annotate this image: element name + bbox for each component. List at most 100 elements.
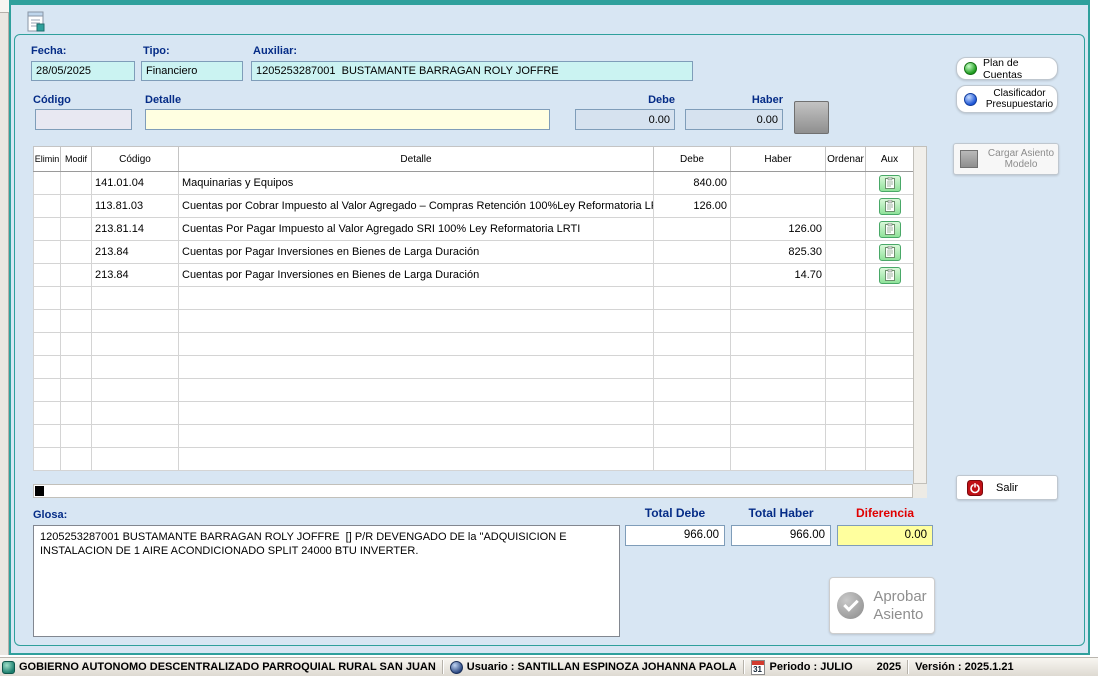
cell-haber [731,448,826,471]
cell-haber [731,172,826,195]
haber-input[interactable] [685,109,783,130]
plan-de-cuentas-button[interactable]: Plan de Cuentas [956,57,1058,80]
entity-name: GOBIERNO AUTONOMO DESCENTRALIZADO PARROQ… [19,661,436,673]
cell-elimin[interactable] [34,172,61,195]
report-icon[interactable] [24,10,48,34]
total-haber-value: 966.00 [731,525,831,546]
cell-modif[interactable] [61,379,92,402]
calendar-day: 31 [752,665,764,674]
tipo-input[interactable] [141,61,243,81]
cell-elimin[interactable] [34,425,61,448]
cell-elimin[interactable] [34,264,61,287]
add-row-button[interactable] [794,101,829,134]
cell-haber [731,425,826,448]
aprobar-asiento-button[interactable]: Aprobar Asiento [829,577,935,634]
cell-debe [654,287,731,310]
scrollbar-corner [913,484,927,498]
horizontal-scrollbar-thumb[interactable] [35,486,44,496]
cell-elimin[interactable] [34,379,61,402]
aux-button[interactable] [879,221,901,238]
debe-input[interactable] [575,109,675,130]
aux-button[interactable] [879,175,901,192]
cell-codigo [92,425,179,448]
entries-table: Elimin Modif Código Detalle Debe Haber O… [33,146,914,471]
left-edge-tab[interactable] [0,0,9,13]
detalle-input[interactable] [145,109,550,130]
cell-modif[interactable] [61,264,92,287]
cell-elimin[interactable] [34,448,61,471]
cell-debe [654,379,731,402]
clasificador-presupuestario-button[interactable]: Clasificador Presupuestario [956,85,1058,113]
glosa-textarea[interactable]: 1205253287001 BUSTAMANTE BARRAGAN ROLY J… [33,525,620,637]
cell-debe [654,310,731,333]
cell-debe [654,241,731,264]
cell-codigo [92,333,179,356]
salir-button[interactable]: Salir [956,475,1058,500]
table-row[interactable] [34,379,914,402]
table-row[interactable]: 113.81.03 Cuentas por Cobrar Impuesto al… [34,195,914,218]
tipo-label: Tipo: [143,45,170,57]
aprobar-asiento-label: Aprobar Asiento [873,588,926,624]
cell-elimin[interactable] [34,333,61,356]
cell-elimin[interactable] [34,287,61,310]
table-row[interactable]: 213.81.14 Cuentas Por Pagar Impuesto al … [34,218,914,241]
table-row[interactable] [34,287,914,310]
cell-modif[interactable] [61,356,92,379]
table-row[interactable] [34,310,914,333]
statusbar-separator [907,660,909,674]
cell-modif[interactable] [61,310,92,333]
cell-elimin[interactable] [34,218,61,241]
status-bar: GOBIERNO AUTONOMO DESCENTRALIZADO PARROQ… [0,657,1098,676]
cell-debe [654,356,731,379]
cell-modif[interactable] [61,402,92,425]
table-row[interactable] [34,402,914,425]
cell-modif[interactable] [61,218,92,241]
vertical-scrollbar[interactable] [913,146,927,484]
cell-debe [654,448,731,471]
cargar-asiento-modelo-label: Cargar Asiento Modelo [984,148,1058,170]
cell-modif[interactable] [61,448,92,471]
horizontal-scrollbar[interactable] [33,484,913,498]
aux-button[interactable] [879,267,901,284]
cell-modif[interactable] [61,241,92,264]
codigo-input[interactable] [35,109,132,130]
cell-ordenar [826,448,866,471]
cell-elimin[interactable] [34,310,61,333]
cargar-asiento-modelo-button[interactable]: Cargar Asiento Modelo [953,143,1059,175]
green-sphere-icon [964,62,977,75]
cell-elimin[interactable] [34,241,61,264]
anio-text: 2025 [877,661,901,673]
table-row[interactable]: 213.84 Cuentas por Pagar Inversiones en … [34,264,914,287]
fecha-input[interactable] [31,61,135,81]
aux-button[interactable] [879,198,901,215]
cell-haber [731,333,826,356]
cell-detalle: Cuentas por Pagar Inversiones en Bienes … [179,264,654,287]
table-row[interactable]: 141.01.04 Maquinarias y Equipos 840.00 [34,172,914,195]
table-row[interactable] [34,356,914,379]
cell-ordenar [826,425,866,448]
cell-detalle [179,425,654,448]
diferencia-value: 0.00 [837,525,933,546]
cell-elimin[interactable] [34,402,61,425]
total-debe-value: 966.00 [625,525,725,546]
col-haber: Haber [731,147,826,172]
diferencia-label: Diferencia [837,506,933,520]
table-row[interactable] [34,448,914,471]
cell-modif[interactable] [61,172,92,195]
aux-button[interactable] [879,244,901,261]
cell-modif[interactable] [61,333,92,356]
cell-modif[interactable] [61,287,92,310]
cell-detalle: Cuentas Por Pagar Impuesto al Valor Agre… [179,218,654,241]
cell-modif[interactable] [61,425,92,448]
cell-elimin[interactable] [34,356,61,379]
table-row[interactable] [34,425,914,448]
cell-elimin[interactable] [34,195,61,218]
table-row[interactable] [34,333,914,356]
col-debe: Debe [654,147,731,172]
cell-haber [731,287,826,310]
auxiliar-input[interactable] [251,61,693,81]
cell-modif[interactable] [61,195,92,218]
codigo-label: Código [33,94,71,106]
detalle-label: Detalle [145,94,181,106]
table-row[interactable]: 213.84 Cuentas por Pagar Inversiones en … [34,241,914,264]
